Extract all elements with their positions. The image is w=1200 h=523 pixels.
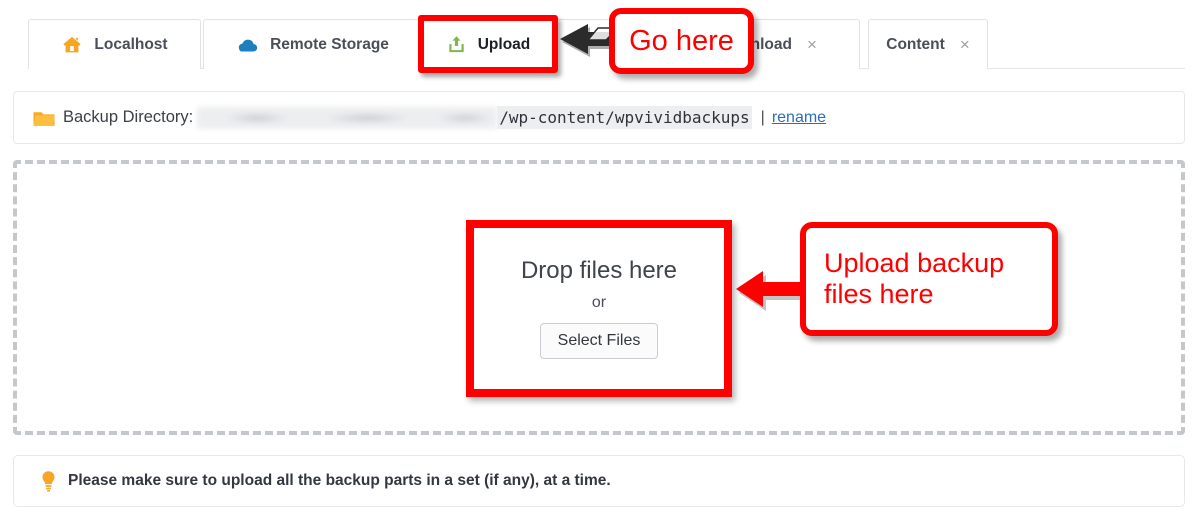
notice-bar: Please make sure to upload all the backu… xyxy=(13,455,1185,507)
tab-label: Localhost xyxy=(94,35,168,53)
tab-remote-storage[interactable]: Remote Storage xyxy=(203,19,421,69)
upload-here-callout: Upload backup files here xyxy=(800,222,1058,336)
or-label: or xyxy=(591,293,607,311)
select-files-button[interactable]: Select Files xyxy=(539,322,659,359)
tab-label: Remote Storage xyxy=(270,35,389,53)
upload-page: Localhost Remote Storage Upload ownload … xyxy=(0,0,1200,523)
backup-directory-label: Backup Directory: xyxy=(63,108,194,126)
notice-text: Please make sure to upload all the backu… xyxy=(68,472,611,489)
close-icon[interactable]: × xyxy=(960,36,970,53)
tab-content[interactable]: Content × xyxy=(868,19,988,69)
tab-upload[interactable]: Upload xyxy=(423,19,553,69)
separator: | xyxy=(760,108,765,126)
upload-here-label-line1: Upload backup xyxy=(824,247,1005,278)
tab-label: Content xyxy=(886,35,945,53)
folder-icon xyxy=(32,108,56,128)
cloud-icon xyxy=(235,36,259,54)
redacted-path-segment xyxy=(197,106,498,129)
upload-icon xyxy=(446,34,467,55)
go-here-label: Go here xyxy=(629,24,734,57)
tab-bar: Localhost Remote Storage Upload ownload … xyxy=(0,0,1200,70)
lightbulb-icon xyxy=(40,470,57,492)
tab-localhost[interactable]: Localhost xyxy=(28,19,201,69)
backup-directory-bar: Backup Directory: /wp-content/wpvividbac… xyxy=(13,91,1185,144)
drop-files-title: Drop files here xyxy=(520,256,678,284)
close-icon[interactable]: × xyxy=(807,36,817,53)
rename-link[interactable]: rename xyxy=(772,109,826,127)
upload-here-label-line2: files here xyxy=(824,279,934,309)
home-icon xyxy=(61,34,83,56)
tab-label: Upload xyxy=(477,35,531,53)
drop-box-content: Drop files here or Select Files xyxy=(466,220,732,397)
go-here-callout: Go here xyxy=(609,8,754,74)
backup-directory-path: /wp-content/wpvividbackups xyxy=(497,106,752,129)
